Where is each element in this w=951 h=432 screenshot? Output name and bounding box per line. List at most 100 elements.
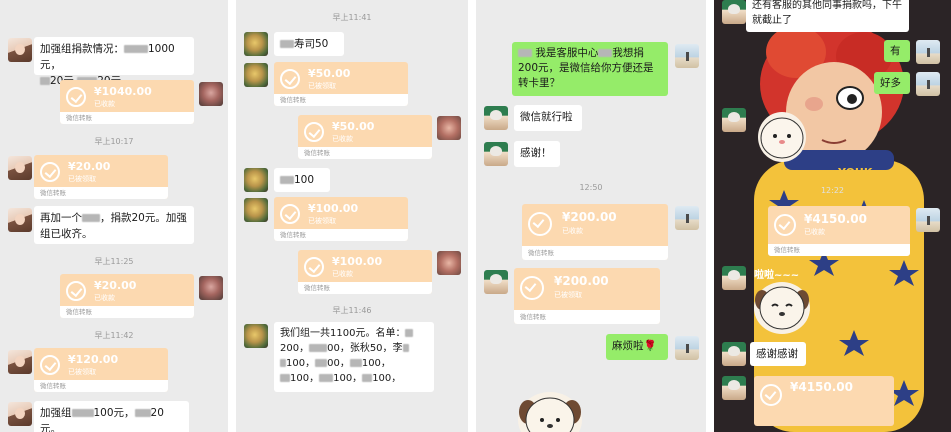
poster-text: YOUK [837, 166, 873, 179]
check-circle-icon [760, 384, 782, 406]
avatar[interactable] [199, 276, 223, 300]
transfer-status: 已收款 [332, 135, 353, 143]
avatar[interactable] [484, 142, 508, 166]
message-text: 100， [290, 373, 320, 384]
avatar[interactable] [8, 350, 32, 374]
avatar[interactable] [437, 116, 461, 140]
redacted-mark [315, 359, 328, 367]
transfer-card[interactable]: ¥4150.00 已收款 微信转账 [768, 206, 910, 256]
message-text: 100 [294, 174, 315, 186]
message-bubble: 感谢！ [514, 141, 560, 167]
message-text: 100， [372, 373, 402, 384]
message-text: 00， [327, 358, 350, 369]
avatar[interactable] [484, 106, 508, 130]
avatar[interactable] [675, 336, 699, 360]
transfer-amount: ¥120.00 [68, 353, 119, 366]
check-circle-icon [66, 281, 86, 301]
avatar[interactable] [722, 376, 746, 400]
message-bubble: 微信就行啦 [514, 105, 582, 131]
avatar[interactable] [916, 72, 940, 96]
transfer-status: 已被领取 [68, 175, 96, 183]
transfer-footer: 微信转账 [522, 246, 668, 260]
transfer-amount: ¥1040.00 [94, 85, 152, 98]
redacted-mark [598, 49, 613, 57]
transfer-status: 已收款 [94, 294, 115, 302]
transfer-footer: 微信转账 [60, 306, 194, 318]
avatar[interactable] [199, 82, 223, 106]
transfer-card[interactable]: ¥100.00 已被领取 微信转账 [274, 197, 408, 241]
avatar[interactable] [722, 266, 746, 290]
timestamp: 早上11:46 [332, 306, 372, 315]
avatar[interactable] [244, 198, 268, 222]
sticker-dog[interactable] [758, 112, 806, 162]
transfer-card[interactable]: ¥20.00 已收款 微信转账 [60, 274, 194, 318]
timestamp: 早上10:17 [94, 137, 134, 146]
timestamp: 12:22 [820, 186, 845, 195]
message-text: 加强组捐款情况： [40, 43, 124, 55]
message-text: 100元， [93, 407, 135, 419]
avatar[interactable] [244, 168, 268, 192]
redacted-mark [319, 374, 334, 382]
transfer-status: 已被领取 [554, 291, 582, 299]
avatar[interactable] [722, 0, 746, 24]
avatar[interactable] [916, 40, 940, 64]
avatar[interactable] [244, 324, 268, 348]
transfer-card[interactable]: ¥200.00 已被领取 微信转账 [514, 268, 660, 324]
message-bubble: 我是客服中心 我想捐200元，是微信给你方便还是转卡里？ [512, 42, 668, 96]
transfer-footer: 微信转账 [34, 187, 168, 199]
transfer-amount: ¥50.00 [308, 67, 351, 80]
message-text: 元。 [40, 423, 61, 432]
timestamp: 12:50 [579, 183, 603, 192]
message-bubble: 麻烦啦🌹 [606, 334, 668, 360]
message-text: 我们组一共1100元。名单： [280, 328, 406, 339]
redacted-mark [518, 49, 532, 57]
message-bubble: 寿司50 [274, 32, 344, 56]
avatar[interactable] [244, 32, 268, 56]
message-text: 好多 [880, 77, 901, 89]
transfer-card[interactable]: ¥100.00 已收款 微信转账 [298, 250, 432, 294]
check-circle-icon [280, 69, 300, 89]
message-text: 100， [286, 358, 316, 369]
check-circle-icon [66, 87, 86, 107]
transfer-amount: ¥4150.00 [804, 212, 868, 226]
transfer-amount: ¥100.00 [332, 255, 383, 268]
message-bubble: 100 [274, 168, 330, 192]
sticker-dog[interactable] [754, 282, 810, 334]
avatar[interactable] [675, 206, 699, 230]
avatar[interactable] [8, 402, 32, 426]
avatar[interactable] [916, 208, 940, 232]
avatar[interactable] [8, 156, 32, 180]
check-circle-icon [280, 204, 300, 224]
redacted-mark [402, 344, 409, 352]
transfer-footer: 微信转账 [514, 310, 660, 324]
transfer-card[interactable]: ¥1040.00 已收款 微信转账 [60, 80, 194, 124]
transfer-card[interactable]: ¥4150.00 [754, 376, 894, 426]
transfer-card[interactable]: ¥20.00 已被领取 微信转账 [34, 155, 168, 199]
redacted-mark [124, 45, 148, 53]
transfer-card[interactable]: ¥120.00 已被领取 微信转账 [34, 348, 168, 392]
avatar[interactable] [244, 63, 268, 87]
redacted-mark [40, 77, 50, 85]
message-text: 有 [890, 45, 901, 57]
sticker-caption: 啦啦~~~ [754, 270, 800, 281]
avatar[interactable] [437, 251, 461, 275]
message-bubble: 有 [884, 40, 910, 62]
transfer-card[interactable]: ¥50.00 已被领取 微信转账 [274, 62, 408, 106]
avatar[interactable] [8, 208, 32, 232]
chat-panel-3: 我是客服中心 我想捐200元，是微信给你方便还是转卡里？ 微信就行啦 感谢！ 12… [476, 0, 706, 432]
transfer-card[interactable]: ¥50.00 已收款 微信转账 [298, 115, 432, 159]
avatar[interactable] [484, 270, 508, 294]
avatar[interactable] [722, 108, 746, 132]
avatar[interactable] [722, 342, 746, 366]
message-bubble: 还有客服的其他同事捐款吗，下午 就截止了 [746, 0, 909, 32]
check-circle-icon [304, 122, 324, 142]
message-text: 我是客服中心 [535, 47, 599, 59]
sticker-dog[interactable] [518, 392, 582, 432]
avatar[interactable] [675, 44, 699, 68]
message-text: 100， [333, 373, 363, 384]
dog-sticker-icon [755, 286, 809, 330]
check-circle-icon [40, 355, 60, 375]
transfer-card[interactable]: ¥200.00 已收款 微信转账 [522, 204, 668, 260]
avatar[interactable] [8, 38, 32, 62]
message-text: ，捐款20元。加强 [100, 212, 187, 224]
